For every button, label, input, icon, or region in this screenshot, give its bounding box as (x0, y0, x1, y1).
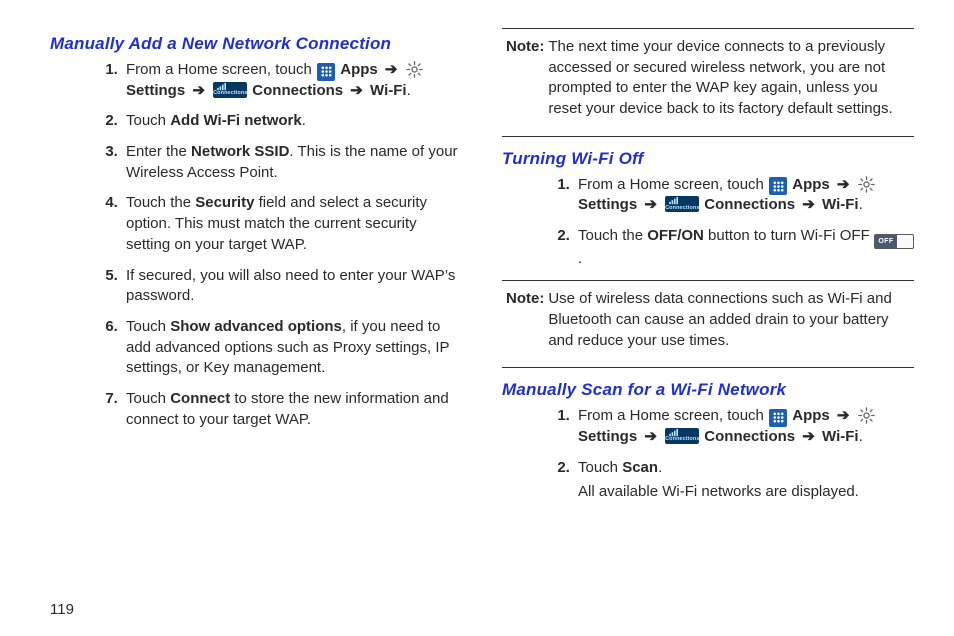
step-2: Touch the OFF/ON button to turn Wi-Fi OF… (574, 226, 914, 270)
apps-icon (317, 63, 335, 81)
note-battery: Note: Use of wireless data connections s… (502, 289, 914, 357)
arrow-icon: ➔ (834, 176, 853, 193)
gear-icon (858, 407, 876, 425)
arrow-icon: ➔ (799, 196, 818, 213)
gear-icon (406, 61, 424, 79)
step-1: From a Home screen, touch Apps ➔ Setting… (574, 406, 914, 447)
step-2: Touch Scan. All available Wi-Fi networks… (574, 458, 914, 503)
arrow-icon: ➔ (189, 82, 208, 99)
step-1: From a Home screen, touch Apps ➔ Setting… (574, 175, 914, 216)
divider (502, 367, 914, 368)
steps-turn-off: From a Home screen, touch Apps ➔ Setting… (502, 175, 914, 270)
connections-icon: Connections (665, 196, 699, 212)
arrow-icon: ➔ (641, 428, 660, 445)
page-number: 119 (50, 601, 74, 618)
arrow-icon: ➔ (382, 61, 401, 78)
step-7: Touch Connect to store the new informati… (122, 389, 462, 430)
gear-icon (858, 175, 876, 193)
apps-icon (769, 409, 787, 427)
step-4: Touch the Security field and select a se… (122, 193, 462, 255)
section-heading-turn-off: Turning Wi-Fi Off (502, 149, 914, 169)
divider (502, 280, 914, 281)
connections-icon: Connections (665, 428, 699, 444)
section-heading-add-network: Manually Add a New Network Connection (50, 34, 462, 54)
connections-icon: Connections (213, 82, 247, 98)
divider (502, 28, 914, 29)
arrow-icon: ➔ (347, 82, 366, 99)
arrow-icon: ➔ (799, 428, 818, 445)
step-3: Enter the Network SSID. This is the name… (122, 142, 462, 183)
note-reconnect: Note: The next time your device connects… (502, 37, 914, 126)
left-column: Manually Add a New Network Connection Fr… (50, 22, 462, 636)
arrow-icon: ➔ (641, 196, 660, 213)
step-2: Touch Add Wi-Fi network. (122, 111, 462, 132)
divider (502, 136, 914, 137)
step-1: From a Home screen, touch Apps ➔ Setting… (122, 60, 462, 101)
right-column: Note: The next time your device connects… (502, 22, 914, 636)
apps-icon (769, 177, 787, 195)
section-heading-scan: Manually Scan for a Wi-Fi Network (502, 380, 914, 400)
steps-scan: From a Home screen, touch Apps ➔ Setting… (502, 406, 914, 503)
step-6: Touch Show advanced options, if you need… (122, 317, 462, 379)
off-toggle-icon: OFF (874, 234, 914, 249)
step-5: If secured, you will also need to enter … (122, 266, 462, 307)
arrow-icon: ➔ (834, 407, 853, 424)
page: Manually Add a New Network Connection Fr… (0, 0, 954, 636)
steps-add-network: From a Home screen, touch Apps ➔ Setting… (50, 60, 462, 430)
